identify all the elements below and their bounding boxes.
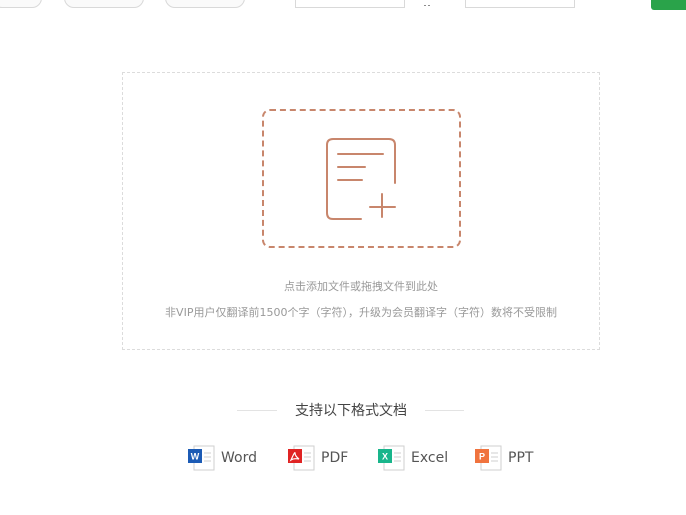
toolbar-button-1[interactable] (0, 0, 42, 8)
excel-file-icon: X (378, 445, 405, 471)
pdf-file-icon (288, 445, 315, 471)
toolbar-button-3[interactable] (165, 0, 245, 8)
source-language-select[interactable] (295, 0, 405, 8)
divider-right (425, 410, 464, 411)
vip-limit-notice: 非VIP用户仅翻译前1500个字（字符），升级为会员翻译字（字符）数将不受限制 (165, 306, 557, 319)
format-label-word: Word (221, 450, 257, 466)
supported-formats-title: 支持以下格式文档 (295, 403, 407, 419)
ppt-badge-text: P (479, 452, 485, 462)
format-label-excel: Excel (411, 450, 449, 466)
format-label-pdf: PDF (321, 450, 349, 466)
swap-languages-icon[interactable] (423, 0, 433, 6)
format-excel: X Excel (377, 444, 457, 472)
format-label-ppt: PPT (508, 450, 534, 466)
format-pdf: PDF (287, 444, 357, 472)
word-badge-text: W (191, 452, 200, 462)
toolbar-button-2[interactable] (64, 0, 144, 8)
target-language-select[interactable] (465, 0, 575, 8)
upload-hint: 点击添加文件或拖拽文件到此处 (284, 280, 438, 293)
ppt-file-icon: P (475, 445, 502, 471)
word-file-icon: W (188, 445, 215, 471)
excel-badge-text: X (382, 452, 388, 462)
format-ppt: P PPT (474, 444, 544, 472)
format-word: W Word (187, 444, 267, 472)
add-document-icon[interactable] (325, 137, 399, 223)
translate-button[interactable] (651, 0, 686, 10)
